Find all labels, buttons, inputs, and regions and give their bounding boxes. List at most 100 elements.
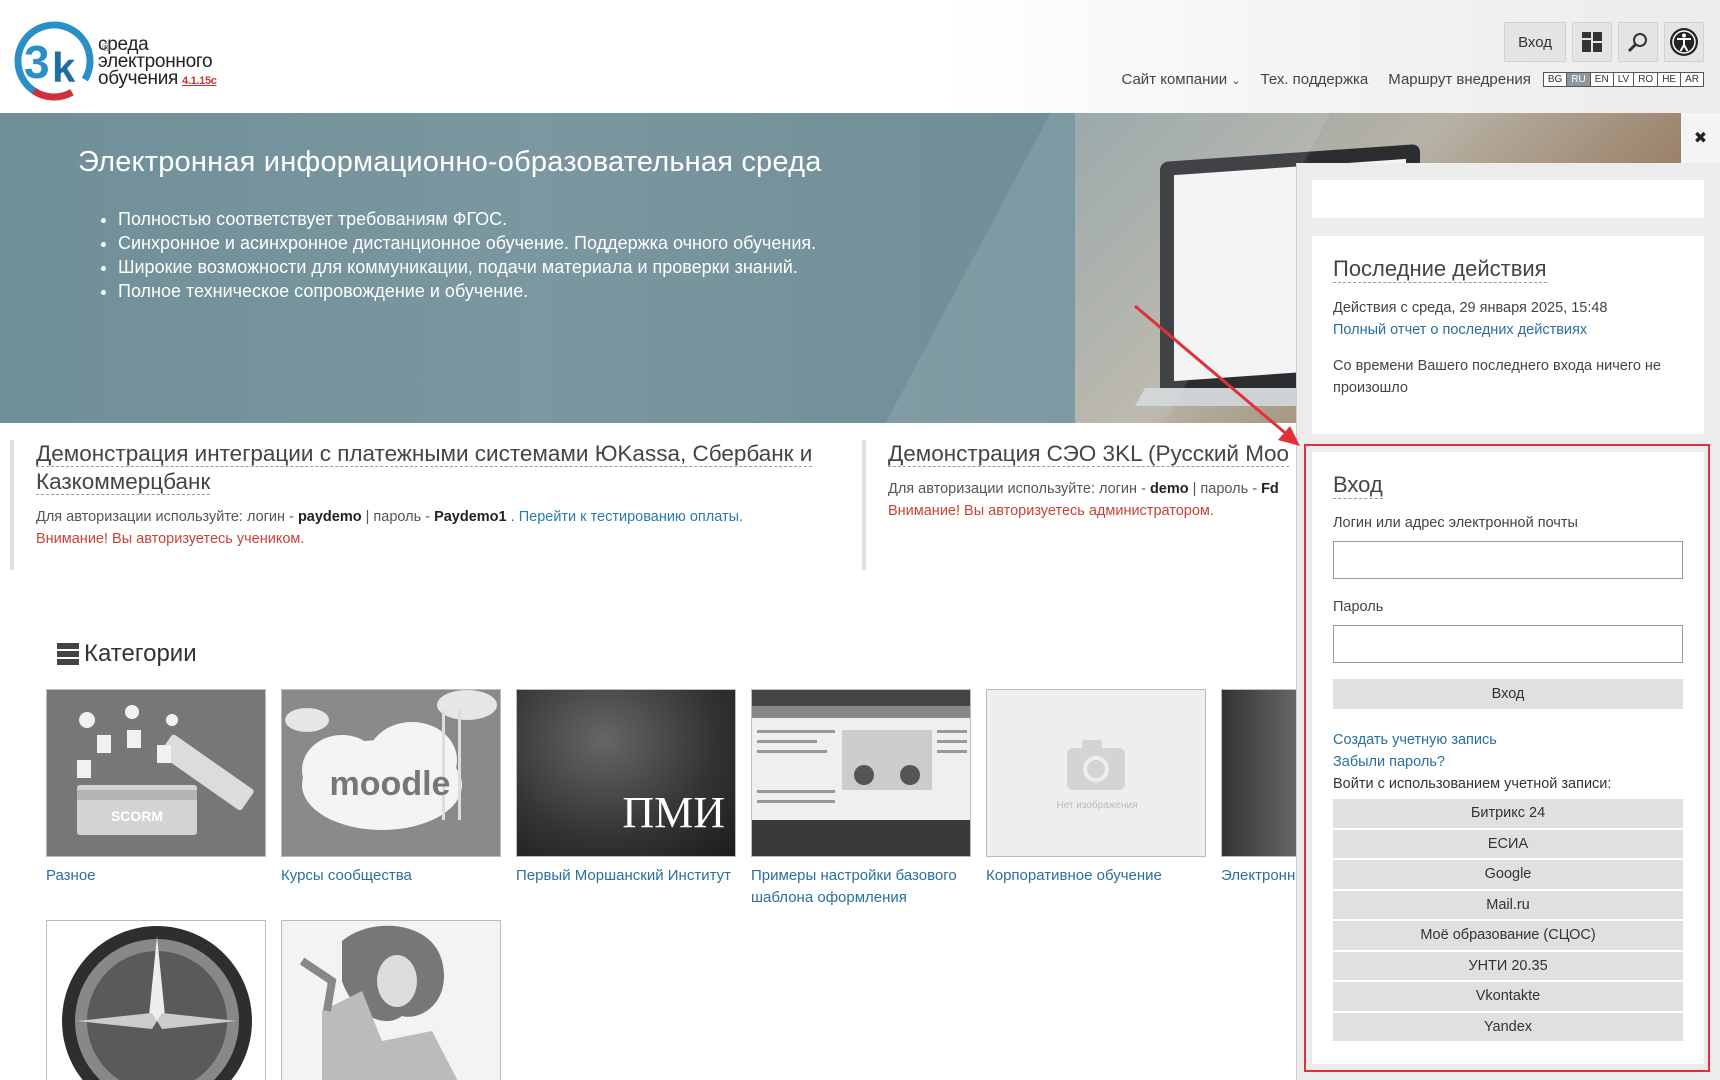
category-label[interactable]: Курсы сообщества [281, 865, 501, 887]
oauth-mailru-button[interactable]: Mail.ru [1333, 890, 1683, 919]
username-input[interactable] [1333, 541, 1683, 579]
nav-company-site[interactable]: Сайт компании ⌄ [1121, 71, 1240, 88]
dashboard-button[interactable] [1572, 22, 1612, 62]
chevron-down-icon: ⌄ [1231, 75, 1241, 87]
demo-prefix: Для авторизации используйте: логин - [888, 481, 1150, 497]
hero-bullet: Полное техническое сопровождение и обуче… [118, 279, 816, 303]
lang-ro[interactable]: RO [1634, 73, 1659, 86]
recent-since: Действия с среда, 29 января 2025, 15:48 [1333, 300, 1608, 316]
login-submit-button[interactable]: Вход [1333, 679, 1683, 709]
demo-prefix: Для авторизации используйте: логин - [36, 509, 298, 525]
top-buttons: Вход [1504, 22, 1704, 62]
login-title[interactable]: Вход [1333, 472, 1383, 499]
oauth-unti-button[interactable]: УНТИ 20.35 [1333, 951, 1683, 980]
accessibility-button[interactable] [1664, 22, 1704, 62]
demo-password: Paydemo1 [434, 509, 507, 525]
demo-card-payments: Демонстрация интеграции с платежными сис… [10, 440, 830, 570]
search-button[interactable] [1618, 22, 1658, 62]
categories-icon [57, 643, 79, 665]
payment-test-link[interactable]: Перейти к тестированию оплаты. [519, 509, 743, 525]
lang-lv[interactable]: LV [1613, 73, 1635, 86]
category-card[interactable] [46, 920, 266, 1080]
category-label[interactable]: Корпоративное обучение [986, 865, 1206, 887]
svg-text:3: 3 [24, 36, 50, 88]
password-input[interactable] [1333, 625, 1683, 663]
close-icon: ✖ [1693, 130, 1708, 147]
category-label[interactable]: Первый Моршанский Институт [516, 865, 736, 887]
oauth-vkontakte-button[interactable]: Vkontakte [1333, 982, 1683, 1011]
pmi-text: ПМИ [622, 788, 725, 837]
logo-text: среда электронного обучения 4.1.15c [98, 35, 217, 90]
recent-activity-title[interactable]: Последние действия [1333, 256, 1547, 283]
category-image-template[interactable] [751, 689, 971, 857]
oauth-google-button[interactable]: Google [1333, 860, 1683, 889]
nav-route[interactable]: Маршрут внедрения [1388, 71, 1531, 88]
category-image-compass[interactable] [46, 920, 266, 1080]
logo-version[interactable]: 4.1.15c [182, 75, 217, 87]
demo-card-3kl: Демонстрация СЭО 3KL (Русский Moo Для ав… [862, 440, 1296, 570]
lang-en[interactable]: EN [1590, 73, 1614, 86]
category-label[interactable]: Электронн [1221, 865, 1297, 887]
full-report-link[interactable]: Полный отчет о последних действиях [1333, 319, 1683, 341]
category-card[interactable]: ПМИ Первый Моршанский Институт [516, 689, 736, 887]
oauth-bitrix24-button[interactable]: Битрикс 24 [1333, 799, 1683, 828]
oauth-my-education-button[interactable]: Моё образование (СЦОС) [1333, 921, 1683, 950]
hero-bullet: Широкие возможности для коммуникации, по… [118, 255, 816, 279]
category-card[interactable]: Примеры настройки базового шаблона оформ… [751, 689, 971, 909]
demo-login: paydemo [297, 509, 362, 525]
category-image-moodle[interactable]: moodle [281, 689, 501, 857]
oauth-providers: Битрикс 24 ЕСИА Google Mail.ru Моё образ… [1333, 799, 1683, 1041]
registered-mark: ® [102, 42, 111, 54]
oauth-esia-button[interactable]: ЕСИА [1333, 829, 1683, 858]
demo-title[interactable]: Демонстрация СЭО 3KL (Русский Moo [888, 440, 1296, 468]
oauth-yandex-button[interactable]: Yandex [1333, 1012, 1683, 1041]
category-label[interactable]: Примеры настройки базового шаблона оформ… [751, 865, 971, 909]
login-links: Создать учетную запись Забыли пароль? Во… [1333, 729, 1683, 795]
category-card[interactable]: Электронн [1221, 689, 1297, 887]
site-header: 3 k ® среда электронного обучения 4.1.15c… [0, 0, 1720, 113]
category-label[interactable]: Разное [46, 865, 266, 887]
hero-bullet: Синхронное и асинхронное дистанционное о… [118, 231, 816, 255]
categories-heading-text: Категории [84, 640, 197, 667]
demo-warning: Внимание! Вы авторизуетесь администратор… [888, 503, 1214, 519]
category-image-scorm[interactable]: SCORM [46, 689, 266, 857]
lang-bg[interactable]: BG [1543, 73, 1568, 86]
hero-bullet: Полностью соответствует требованиям ФГОС… [118, 207, 816, 231]
demo-title-text: Демонстрация интеграции с платежными сис… [36, 441, 813, 495]
nav-support[interactable]: Тех. поддержка [1261, 71, 1369, 88]
logo[interactable]: 3 k ® среда электронного обучения 4.1.15c [14, 20, 217, 102]
lang-ar[interactable]: AR [1681, 73, 1703, 86]
demo-warning: Внимание! Вы авторизуетесь учеником. [36, 531, 305, 547]
drawer-close-button[interactable]: ✖ [1681, 113, 1720, 163]
category-card[interactable] [281, 920, 501, 1080]
category-image-pmi[interactable]: ПМИ [516, 689, 736, 857]
forgot-password-link[interactable]: Забыли пароль? [1333, 751, 1683, 773]
header-login-button[interactable]: Вход [1504, 22, 1566, 62]
demo-sep: . [506, 509, 519, 525]
no-image-text: Нет изображения [1056, 799, 1137, 811]
category-card[interactable]: moodle Курсы сообщества [281, 689, 501, 887]
login-block: Вход Логин или адрес электронной почты П… [1312, 452, 1704, 1064]
category-image-singer[interactable] [281, 920, 501, 1080]
category-card[interactable]: SCORM Разное [46, 689, 266, 887]
demo-mid: | пароль - [1188, 481, 1262, 497]
language-switcher: BG RU EN LV RO HE AR [1542, 72, 1704, 87]
lang-he[interactable]: HE [1658, 73, 1682, 86]
demo-mid: | пароль - [361, 509, 435, 525]
recent-activity-block: Последние действия Действия с среда, 29 … [1312, 236, 1704, 434]
category-image-placeholder[interactable]: Нет изображения [986, 689, 1206, 857]
password-label: Пароль [1333, 599, 1384, 615]
logo-line-3: обучения [98, 68, 178, 89]
demo-credentials: Для авторизации используйте: логин - pay… [36, 506, 830, 550]
create-account-link[interactable]: Создать учетную запись [1333, 729, 1683, 751]
recent-activity-body: Действия с среда, 29 января 2025, 15:48 … [1333, 297, 1683, 399]
moodle-text: moodle [330, 765, 451, 803]
lang-ru[interactable]: RU [1567, 73, 1591, 86]
category-card[interactable]: Нет изображения Корпоративное обучение [986, 689, 1206, 887]
demo-title[interactable]: Демонстрация интеграции с платежными сис… [36, 440, 830, 496]
scorm-text: SCORM [111, 808, 163, 824]
categories-heading: Категории [57, 640, 197, 668]
hero-bullets: Полностью соответствует требованиям ФГОС… [118, 207, 816, 303]
svg-text:k: k [52, 44, 76, 91]
category-image-electronic[interactable] [1221, 689, 1297, 857]
